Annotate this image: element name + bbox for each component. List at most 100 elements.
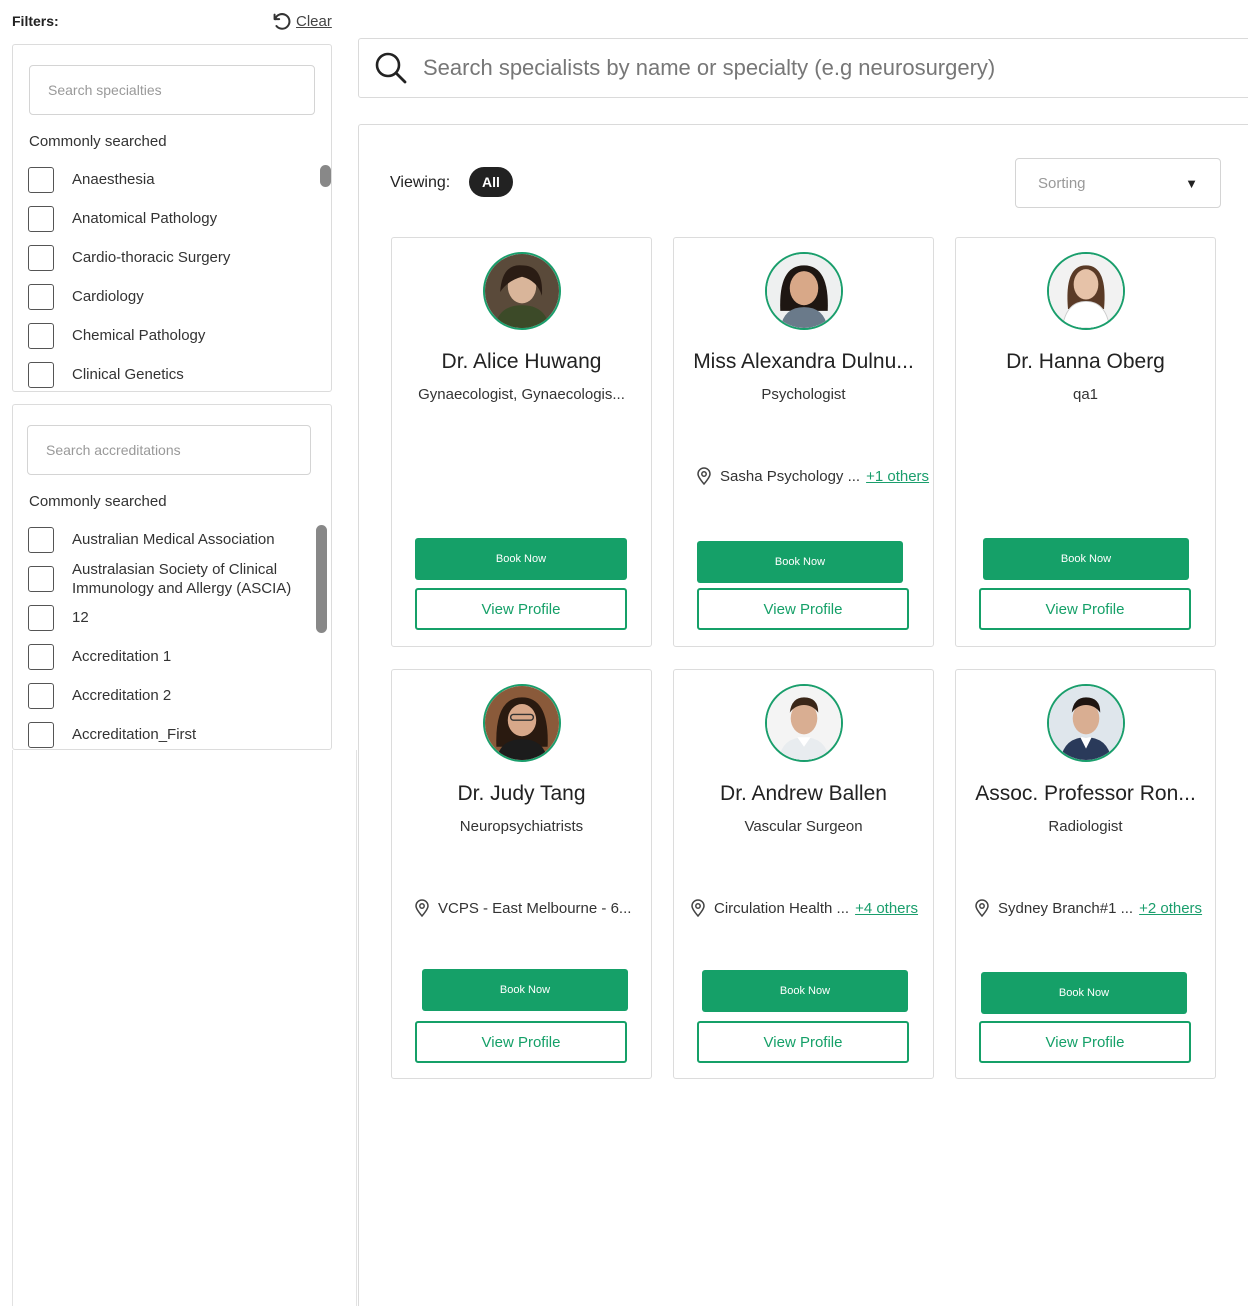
checkbox[interactable] — [28, 245, 54, 271]
checkbox[interactable] — [28, 527, 54, 553]
avatar — [483, 684, 561, 762]
location-label: Circulation Health ... — [714, 899, 850, 917]
accreditation-option[interactable]: 12 — [28, 605, 308, 644]
specialty-option[interactable]: Chemical Pathology — [28, 323, 308, 362]
accreditation-label: Accreditation 2 — [72, 687, 172, 704]
accreditations-list: Australian Medical Association Australas… — [28, 527, 308, 749]
specialist-card: Dr. Andrew Ballen Vascular Surgeon Circu… — [673, 669, 934, 1079]
book-now-button[interactable]: Book Now — [415, 538, 627, 580]
book-now-button[interactable]: Book Now — [981, 972, 1187, 1014]
sorting-label: Sorting — [1038, 174, 1086, 192]
location-pin-icon — [975, 899, 989, 918]
accreditation-label: Accreditation 1 — [72, 648, 172, 665]
accreditation-option[interactable]: Accreditation_First — [28, 722, 308, 749]
checkbox[interactable] — [28, 323, 54, 349]
specialties-scrollbar[interactable] — [320, 165, 331, 187]
specialty-option[interactable]: Clinical Genetics — [28, 362, 308, 391]
results-panel: Viewing: All Sorting ▼ Dr. Alice Huwang … — [358, 124, 1248, 1306]
specialties-heading: Commonly searched — [29, 133, 167, 150]
specialist-specialty: Vascular Surgeon — [744, 818, 863, 835]
checkbox[interactable] — [28, 566, 54, 592]
specialty-label: Cardiology — [72, 288, 144, 305]
view-profile-button[interactable]: View Profile — [415, 1021, 627, 1063]
book-now-button[interactable]: Book Now — [697, 541, 903, 583]
location-pin-icon — [415, 899, 429, 918]
clear-filters-button[interactable]: Clear — [270, 10, 332, 32]
other-locations-link[interactable]: +1 others — [866, 468, 929, 485]
specialty-label: Anaesthesia — [72, 171, 155, 188]
specialist-card: Dr. Judy Tang Neuropsychiatrists VCPS - … — [391, 669, 652, 1079]
specialty-label: Clinical Genetics — [72, 366, 184, 383]
specialist-specialty: qa1 — [1072, 386, 1099, 403]
caret-down-icon: ▼ — [1185, 175, 1198, 191]
book-now-button[interactable]: Book Now — [702, 970, 908, 1012]
location-pin-icon — [697, 467, 711, 486]
search-accreditations-input[interactable]: Search accreditations — [27, 425, 311, 475]
accreditations-scrollbar[interactable] — [316, 525, 327, 633]
avatar — [1047, 684, 1125, 762]
specialty-option[interactable]: Cardio-thoracic Surgery — [28, 245, 308, 284]
view-profile-button[interactable]: View Profile — [415, 588, 627, 630]
accreditations-filter-panel: Search accreditations Commonly searched … — [12, 404, 332, 750]
avatar — [765, 252, 843, 330]
accreditation-option[interactable]: Accreditation 1 — [28, 644, 308, 683]
specialist-location: Sydney Branch#1 ... +2 others — [972, 898, 1205, 918]
specialty-label: Anatomical Pathology — [72, 210, 218, 227]
specialist-search-input[interactable]: Search specialists by name or specialty … — [358, 38, 1248, 98]
search-accreditations-placeholder: Search accreditations — [46, 442, 181, 458]
checkbox[interactable] — [28, 284, 54, 310]
search-specialties-input[interactable]: Search specialties — [29, 65, 315, 115]
checkbox[interactable] — [28, 722, 54, 748]
sorting-dropdown[interactable]: Sorting ▼ — [1015, 158, 1221, 208]
specialist-name: Miss Alexandra Dulnu... — [693, 350, 914, 373]
view-profile-button[interactable]: View Profile — [697, 1021, 909, 1063]
filter-chip-all[interactable]: All — [469, 167, 513, 197]
checkbox[interactable] — [28, 644, 54, 670]
filters-header: Filters: Clear — [0, 0, 345, 40]
accreditation-label: Australian Medical Association — [72, 531, 275, 548]
other-locations-link[interactable]: +2 others — [1139, 900, 1202, 917]
avatar — [765, 684, 843, 762]
specialist-location: VCPS - East Melbourne - 6... — [412, 898, 641, 918]
clear-label: Clear — [296, 12, 332, 30]
undo-icon — [273, 13, 291, 30]
specialty-option[interactable]: Anaesthesia — [28, 167, 308, 206]
sidebar-background — [12, 750, 357, 1306]
accreditation-label: Accreditation_First — [72, 726, 197, 743]
specialties-filter-panel: Search specialties Commonly searched Ana… — [12, 44, 332, 392]
view-profile-button[interactable]: View Profile — [979, 588, 1191, 630]
checkbox[interactable] — [28, 362, 54, 388]
avatar — [1047, 252, 1125, 330]
location-label: Sasha Psychology ... — [720, 467, 861, 485]
accreditations-heading: Commonly searched — [29, 493, 167, 510]
specialist-specialty: Gynaecologist, Gynaecologis... — [418, 386, 625, 403]
specialist-name: Dr. Hanna Oberg — [1006, 350, 1165, 373]
checkbox[interactable] — [28, 683, 54, 709]
location-label: VCPS - East Melbourne - 6... — [438, 899, 632, 917]
checkbox[interactable] — [28, 206, 54, 232]
book-now-button[interactable]: Book Now — [983, 538, 1189, 580]
accreditation-option[interactable]: Accreditation 2 — [28, 683, 308, 722]
specialty-label: Chemical Pathology — [72, 327, 206, 344]
specialist-card: Miss Alexandra Dulnu... Psychologist Sas… — [673, 237, 934, 647]
book-now-button[interactable]: Book Now — [422, 969, 628, 1011]
avatar — [483, 252, 561, 330]
accreditation-label: 12 — [72, 609, 89, 626]
specialty-option[interactable]: Anatomical Pathology — [28, 206, 308, 245]
filters-title: Filters: — [12, 13, 59, 29]
accreditation-label: Australasian Society of Clinical Immunol… — [72, 561, 292, 597]
specialist-specialty: Neuropsychiatrists — [459, 818, 584, 835]
specialty-option[interactable]: Cardiology — [28, 284, 308, 323]
viewing-label: Viewing: — [390, 174, 451, 191]
specialist-specialty: Psychologist — [761, 386, 846, 403]
checkbox[interactable] — [28, 167, 54, 193]
checkbox[interactable] — [28, 605, 54, 631]
location-pin-icon — [691, 899, 705, 918]
other-locations-link[interactable]: +4 others — [855, 900, 918, 917]
specialist-card: Dr. Hanna Oberg qa1 Book Now View Profil… — [955, 237, 1216, 647]
view-profile-button[interactable]: View Profile — [697, 588, 909, 630]
search-placeholder: Search specialists by name or specialty … — [423, 55, 996, 80]
specialist-name: Assoc. Professor Ron... — [975, 782, 1196, 805]
view-profile-button[interactable]: View Profile — [979, 1021, 1191, 1063]
accreditation-option[interactable]: Australasian Society of Clinical Immunol… — [28, 561, 308, 605]
